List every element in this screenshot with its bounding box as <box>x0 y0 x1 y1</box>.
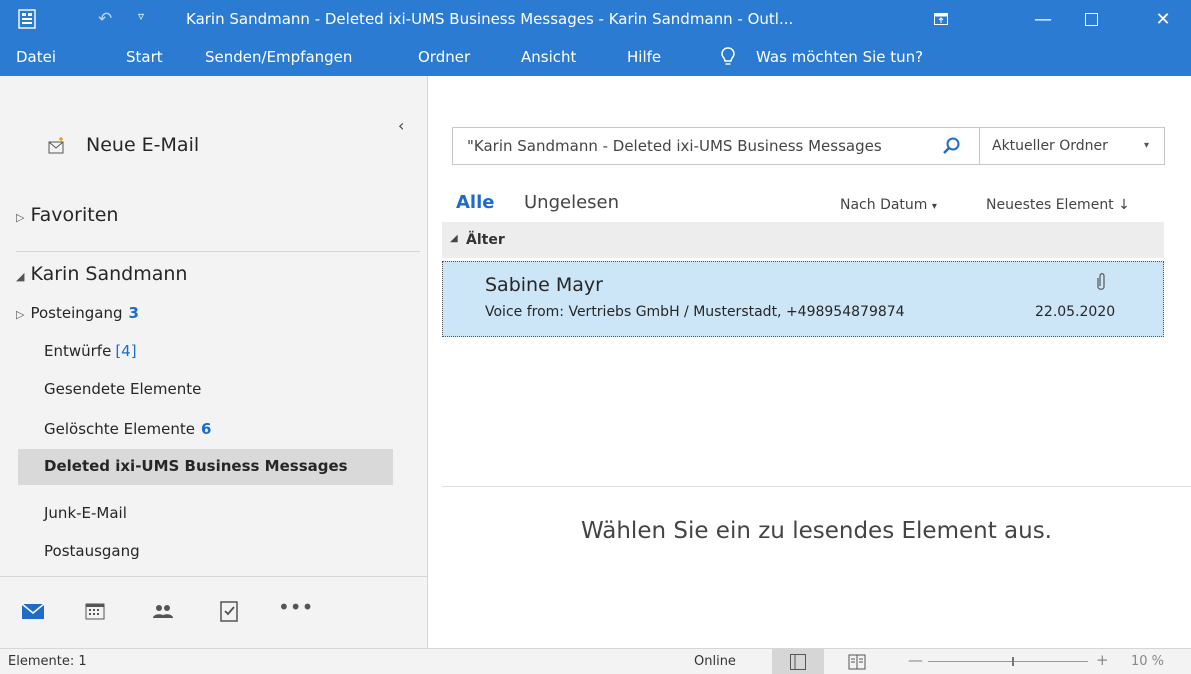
folder-geloeschte-elemente[interactable]: Gelöschte Elemente 6 <box>44 420 211 438</box>
search-scope-dropdown[interactable]: Aktueller Ordner ▾ <box>980 127 1165 165</box>
search-scope-label: Aktueller Ordner <box>992 138 1108 154</box>
expand-icon: ▷ <box>16 308 25 321</box>
tab-start[interactable]: Start <box>126 48 163 66</box>
account-header[interactable]: ◢ Karin Sandmann <box>16 263 187 285</box>
zoom-in-button[interactable]: + <box>1096 651 1109 669</box>
zoom-slider-thumb[interactable] <box>1012 657 1014 666</box>
module-switcher: ••• <box>0 576 427 648</box>
tasks-icon[interactable] <box>216 599 242 623</box>
expand-icon: ▷ <box>16 211 25 224</box>
sort-order-label: Neuestes Element <box>986 197 1114 213</box>
quick-access-dropdown-icon[interactable]: ▿ <box>138 9 144 23</box>
zoom-slider[interactable] <box>928 661 1088 662</box>
favorites-label: Favoriten <box>30 204 119 226</box>
window-title: Karin Sandmann - Deleted ixi-UMS Busines… <box>186 10 794 28</box>
unread-count: 6 <box>200 420 212 438</box>
title-bar: ↶ ▿ Karin Sandmann - Deleted ixi-UMS Bus… <box>0 0 1191 38</box>
message-list-item[interactable]: Sabine Mayr Voice from: Vertriebs GmbH /… <box>442 261 1164 337</box>
arrow-down-icon: ↓ <box>1118 197 1130 213</box>
folder-label: Entwürfe <box>44 342 112 360</box>
favorites-header[interactable]: ▷ Favoriten <box>16 204 118 226</box>
new-mail-label: Neue E-Mail <box>86 134 200 156</box>
close-button[interactable]: ✕ <box>1140 0 1186 38</box>
new-mail-button[interactable]: Neue E-Mail <box>48 134 199 156</box>
tab-senden-empfangen[interactable]: Senden/Empfangen <box>205 48 352 66</box>
normal-view-button[interactable] <box>772 649 824 674</box>
ribbon-tabs: Datei Start Senden/Empfangen Ordner Ansi… <box>0 38 1191 76</box>
outlook-app-icon[interactable] <box>18 9 36 29</box>
folder-gesendete-elemente[interactable]: Gesendete Elemente <box>44 380 201 398</box>
folder-pane: Neue E-Mail ‹ ▷ Favoriten ◢ Karin Sandmann… <box>0 76 428 648</box>
reading-view-icon[interactable] <box>848 653 866 671</box>
reading-pane-placeholder: Wählen Sie ein zu lesendes Element aus. <box>580 518 1052 544</box>
chevron-down-icon: ▾ <box>1144 140 1150 151</box>
folder-deleted-ixi-ums[interactable]: Deleted ixi-UMS Business Messages <box>44 457 348 475</box>
maximize-button[interactable] <box>1068 0 1114 38</box>
tab-datei[interactable]: Datei <box>16 48 56 66</box>
status-bar: Elemente: 1 Online — + 10 % <box>0 648 1191 674</box>
lightbulb-icon <box>721 47 735 65</box>
folder-posteingang[interactable]: ▷ Posteingang 3 <box>16 304 139 322</box>
filter-unread-tab[interactable]: Ungelesen <box>524 192 619 213</box>
item-count: Elemente: 1 <box>8 654 87 669</box>
draft-count: [4] <box>115 342 137 360</box>
sort-by-label: Nach Datum <box>840 197 928 213</box>
collapse-icon: ◢ <box>450 233 458 244</box>
normal-view-icon <box>790 654 806 670</box>
new-mail-icon <box>48 137 64 154</box>
folder-label: Deleted ixi-UMS Business Messages <box>44 457 348 475</box>
folder-label: Gesendete Elemente <box>44 380 202 398</box>
people-icon[interactable] <box>150 599 176 623</box>
message-date: 22.05.2020 <box>1035 304 1116 320</box>
calendar-icon[interactable] <box>82 599 108 623</box>
message-sender: Sabine Mayr <box>485 274 603 296</box>
group-header[interactable]: ◢ Älter <box>442 222 1164 258</box>
folder-label: Gelöschte Elemente <box>44 420 195 438</box>
tab-hilfe[interactable]: Hilfe <box>627 48 661 66</box>
group-label: Älter <box>466 232 505 248</box>
collapse-icon: ◢ <box>16 270 25 283</box>
folder-label: Junk-E-Mail <box>44 504 127 522</box>
filter-all-tab[interactable]: Alle <box>456 192 494 213</box>
minimize-button[interactable]: — <box>1020 0 1066 38</box>
folder-label: Postausgang <box>44 542 140 560</box>
connection-status: Online <box>694 654 736 669</box>
attachment-icon <box>1097 273 1105 290</box>
ribbon-display-options-icon[interactable] <box>918 0 964 38</box>
divider <box>16 251 420 252</box>
collapse-pane-icon[interactable]: ‹ <box>398 116 404 135</box>
undo-icon[interactable]: ↶ <box>98 9 112 29</box>
chevron-down-icon: ▾ <box>931 201 937 212</box>
message-subject: Voice from: Vertriebs GmbH / Musterstadt… <box>485 304 905 320</box>
zoom-out-button[interactable]: — <box>908 651 923 669</box>
unread-count: 3 <box>128 304 139 322</box>
tab-ordner[interactable]: Ordner <box>418 48 470 66</box>
tell-me-search[interactable]: Was möchten Sie tun? <box>756 48 923 66</box>
more-icon[interactable]: ••• <box>278 595 313 619</box>
folder-junk-e-mail[interactable]: Junk-E-Mail <box>44 504 127 522</box>
search-icon[interactable] <box>941 136 961 156</box>
sort-order-toggle[interactable]: Neuestes Element ↓ <box>986 197 1130 213</box>
folder-label: Posteingang <box>30 304 123 322</box>
search-value: "Karin Sandmann - Deleted ixi-UMS Busine… <box>467 137 882 155</box>
account-label: Karin Sandmann <box>30 263 188 285</box>
zoom-level[interactable]: 10 % <box>1131 654 1164 669</box>
divider <box>442 486 1191 487</box>
search-input[interactable]: "Karin Sandmann - Deleted ixi-UMS Busine… <box>452 127 980 165</box>
folder-postausgang[interactable]: Postausgang <box>44 542 140 560</box>
tab-ansicht[interactable]: Ansicht <box>521 48 576 66</box>
mail-icon[interactable] <box>20 599 46 623</box>
sort-by-dropdown[interactable]: Nach Datum ▾ <box>840 197 937 213</box>
folder-entwuerfe[interactable]: Entwürfe [4] <box>44 342 137 360</box>
